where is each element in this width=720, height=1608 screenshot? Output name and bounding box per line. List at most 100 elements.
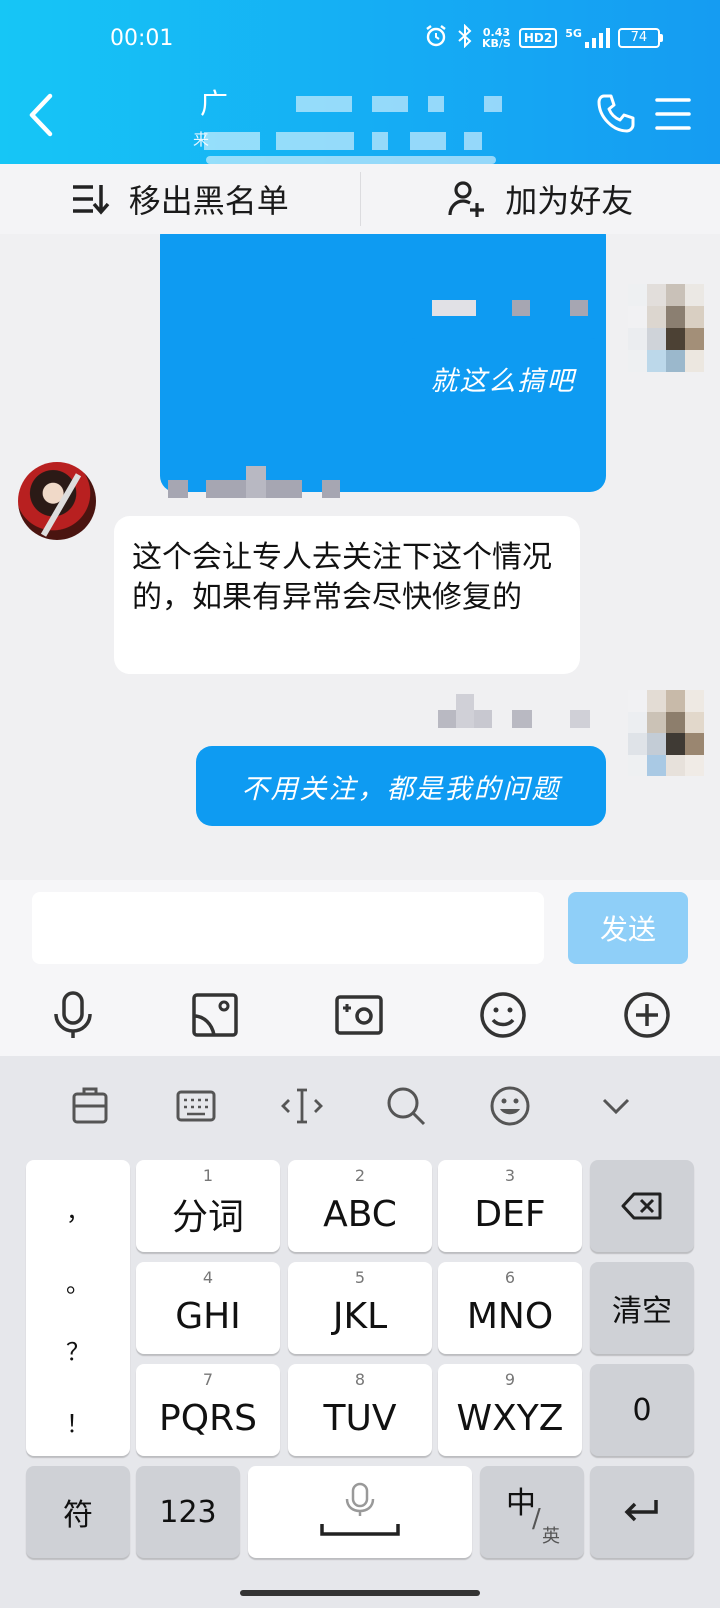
remove-blacklist-button[interactable]: 移出黑名单 [0, 164, 360, 234]
search-icon [387, 1087, 426, 1126]
backspace-key[interactable] [590, 1160, 694, 1252]
my-avatar-blurred[interactable] [628, 690, 704, 776]
key-label: ABC [323, 1193, 397, 1235]
camera-icon [335, 995, 383, 1035]
numeric-key[interactable]: 123 [136, 1466, 240, 1558]
symbol-key[interactable]: 符 [26, 1466, 130, 1558]
signal-icon: 5G [565, 27, 610, 49]
action-bar: 移出黑名单 加为好友 [0, 164, 720, 234]
kb-layout-button[interactable] [174, 1084, 218, 1128]
key-9[interactable]: 9 WXYZ [438, 1364, 582, 1456]
camera-button[interactable] [334, 990, 384, 1040]
key-label: GHI [175, 1295, 241, 1337]
add-user-icon [448, 181, 485, 217]
punct-key[interactable]: ！ [26, 1404, 130, 1439]
key-number: 4 [202, 1268, 214, 1287]
signal-label: 5G [565, 27, 582, 40]
key-number: 7 [202, 1370, 214, 1389]
add-friend-label: 加为好友 [505, 182, 634, 220]
chevron-left-icon [29, 93, 53, 137]
kb-cursor-button[interactable] [280, 1084, 324, 1128]
incoming-message-bubble[interactable]: 这个会让专人去关注下这个情况的，如果有异常会尽快修复的 [114, 516, 580, 674]
microphone-icon [54, 991, 92, 1038]
chat-header: 00:01 0.43 KB/S HD2 5G 74 广 来 [0, 0, 720, 164]
chat-messages[interactable]: 就这么搞吧 这个会让专人去关注下这个情况的，如果有异常会尽快修复的 不用关注，都… [0, 234, 720, 880]
message-input[interactable] [32, 892, 544, 964]
key-number: 9 [504, 1370, 516, 1389]
image-icon [192, 993, 238, 1037]
keyboard-icon [176, 1090, 216, 1122]
net-speed-unit: KB/S [482, 37, 511, 50]
punct-key[interactable]: ？ [26, 1332, 130, 1367]
status-time: 00:01 [110, 26, 174, 51]
language-toggle-key[interactable]: 中 / 英 [480, 1466, 584, 1558]
key-number: 5 [354, 1268, 366, 1287]
contact-avatar[interactable] [18, 462, 96, 540]
key-label: MNO [466, 1295, 554, 1337]
battery-level: 74 [617, 28, 660, 48]
key-label: 分词 [171, 1197, 244, 1238]
key-number: 2 [354, 1166, 366, 1185]
key-3[interactable]: 3 DEF [438, 1160, 582, 1252]
emoji-icon [490, 1086, 530, 1126]
key-number: 6 [504, 1268, 516, 1287]
my-avatar-blurred[interactable] [628, 284, 704, 372]
key-6[interactable]: 6 MNO [438, 1262, 582, 1354]
key-7[interactable]: 7 PQRS [136, 1364, 280, 1456]
kb-emoji-button[interactable] [488, 1084, 532, 1128]
key-4[interactable]: 4 GHI [136, 1262, 280, 1354]
voice-button[interactable] [48, 990, 98, 1040]
menu-button[interactable] [655, 96, 691, 132]
chevron-down-icon [602, 1098, 630, 1115]
punctuation-column[interactable]: ， 。 ？ ！ [26, 1160, 130, 1456]
emoji-button[interactable] [478, 990, 528, 1040]
send-button[interactable]: 发送 [568, 892, 688, 964]
space-voice-icon [320, 1482, 400, 1536]
alarm-icon [424, 24, 448, 52]
punct-key[interactable]: 。 [26, 1264, 130, 1299]
bluetooth-icon [456, 23, 474, 52]
key-number: 8 [354, 1370, 366, 1389]
contact-name[interactable]: 广 [200, 82, 228, 122]
key-number: 3 [504, 1166, 516, 1185]
key-label: PQRS [159, 1397, 257, 1439]
more-button[interactable] [622, 990, 672, 1040]
key-8[interactable]: 8 TUV [288, 1364, 432, 1456]
key-label: DEF [474, 1193, 546, 1235]
kb-search-button[interactable] [384, 1084, 428, 1128]
ime-keyboard: ， 。 ？ ！ 1 分词 2 ABC 3 DEF 4 GHI 5 JKL 6 MNO 7 PQ… [0, 1056, 720, 1608]
add-friend-button[interactable]: 加为好友 [361, 164, 720, 234]
key-1[interactable]: 1 分词 [136, 1160, 280, 1252]
backspace-icon [621, 1192, 662, 1220]
emoji-icon [480, 992, 526, 1038]
lang-sub: 英 [542, 1526, 560, 1547]
hamburger-icon [655, 98, 691, 130]
kb-clipboard-button[interactable] [68, 1084, 112, 1128]
remove-blacklist-label: 移出黑名单 [128, 182, 289, 220]
plus-icon [624, 992, 670, 1038]
outgoing-message-bubble[interactable]: 不用关注，都是我的问题 [196, 746, 606, 826]
key-label: WXYZ [456, 1397, 564, 1439]
phone-icon [597, 94, 635, 133]
zero-key[interactable]: 0 [590, 1364, 694, 1456]
key-2[interactable]: 2 ABC [288, 1160, 432, 1252]
clear-key[interactable]: 清空 [590, 1262, 694, 1354]
image-button[interactable] [190, 990, 240, 1040]
net-speed: 0.43 KB/S [482, 27, 511, 49]
call-button[interactable] [594, 92, 638, 136]
list-sort-icon [72, 185, 110, 215]
battery-icon: 74 [617, 28, 663, 48]
kb-hide-button[interactable] [594, 1084, 638, 1128]
key-label: JKL [332, 1295, 388, 1337]
composer: 发送 [0, 880, 720, 1056]
punct-key[interactable]: ， [26, 1192, 130, 1227]
enter-key[interactable] [590, 1466, 694, 1558]
space-key[interactable] [248, 1466, 472, 1558]
hd-badge: HD2 [518, 28, 558, 48]
outgoing-message-bubble[interactable]: 就这么搞吧 [400, 338, 606, 418]
clipboard-icon [72, 1087, 108, 1124]
key-5[interactable]: 5 JKL [288, 1262, 432, 1354]
home-indicator[interactable] [240, 1590, 480, 1596]
back-button[interactable] [22, 90, 62, 140]
status-icons: 0.43 KB/S HD2 5G 74 [424, 23, 663, 52]
